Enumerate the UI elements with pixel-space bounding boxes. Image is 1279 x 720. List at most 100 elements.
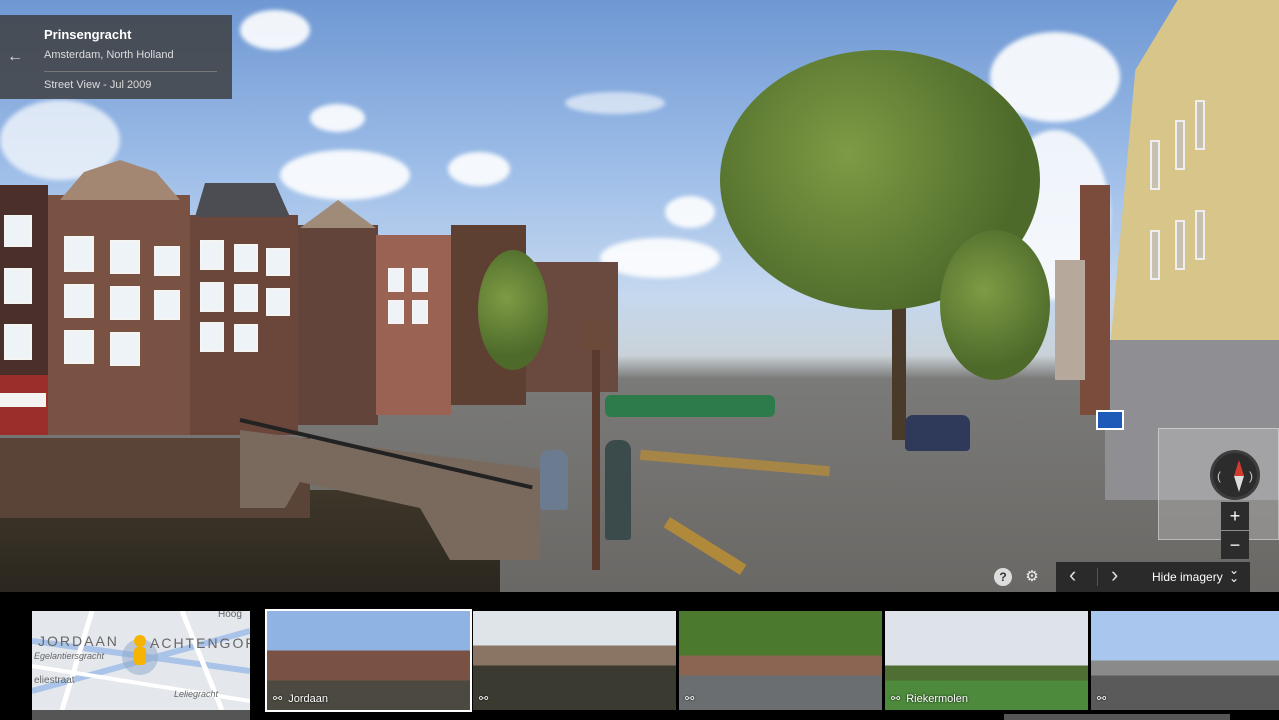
thumbnail-label: ⚯ (1097, 692, 1112, 705)
cloud (280, 150, 410, 200)
street-view-icon: ⚯ (1097, 693, 1107, 705)
window (234, 284, 258, 312)
mini-map-footer (32, 710, 250, 720)
thumbnail[interactable]: ⚯ (679, 611, 882, 710)
cloud (565, 92, 665, 114)
window (110, 240, 140, 274)
gable-roof (300, 200, 376, 228)
window (1195, 100, 1205, 150)
arrow-left-icon: ← (7, 48, 23, 65)
chevron-left-icon[interactable]: ‹ (1069, 562, 1076, 588)
gable-roof (195, 183, 290, 217)
hide-imagery-button[interactable]: Hide imagery (1152, 570, 1223, 584)
pedestrian (540, 450, 568, 510)
window (234, 324, 258, 352)
window (64, 284, 94, 318)
chevron-right-icon[interactable]: › (1111, 562, 1118, 588)
map-label: eliestraat (34, 675, 75, 686)
help-icon[interactable]: ? (994, 568, 1012, 586)
map-label: ACHTENGORD (150, 635, 250, 651)
divider (44, 71, 217, 72)
thumbnail[interactable]: ⚯ (1091, 611, 1279, 710)
lamp-head (582, 320, 610, 350)
window (4, 215, 32, 247)
compass-south-icon (1234, 476, 1244, 492)
window (266, 248, 290, 276)
mini-map[interactable]: JORDAAN ACHTENGORD Egelantiersgracht eli… (32, 611, 250, 710)
parked-car (905, 415, 970, 451)
distant-buildings (1055, 260, 1085, 380)
rotate-left-icon[interactable]: ( (1217, 469, 1221, 483)
thumbnail[interactable]: ⚯ (473, 611, 676, 710)
cloud (448, 152, 510, 186)
window (388, 300, 404, 324)
street-view-icon: ⚯ (479, 693, 489, 705)
window (154, 246, 180, 276)
rotate-right-icon[interactable]: ) (1249, 469, 1253, 483)
canal-house (298, 225, 378, 425)
window (154, 290, 180, 320)
window (1150, 140, 1160, 190)
window (1175, 120, 1185, 170)
thumbnail-jordaan[interactable]: ⚯ Jordaan (265, 609, 472, 712)
double-chevron-down-icon[interactable]: ⌄ ⌄ (1229, 564, 1239, 584)
map-label: Leliegracht (174, 689, 219, 699)
thumbnail-label: ⚯ Jordaan (273, 692, 328, 706)
thumbnail-riekermolen[interactable]: ⚯ Riekermolen (885, 611, 1088, 710)
cloud (240, 10, 310, 50)
window (388, 268, 404, 292)
imagery-filmstrip: JORDAAN ACHTENGORD Egelantiersgracht eli… (0, 592, 1279, 720)
window (4, 268, 32, 304)
canal-boat (605, 395, 775, 417)
window (4, 324, 32, 360)
back-button[interactable]: ← (0, 15, 30, 99)
window (412, 300, 428, 324)
street-view-icon: ⚯ (273, 693, 283, 705)
street-view-icon: ⚯ (685, 693, 695, 705)
window (64, 236, 94, 272)
window (1150, 230, 1160, 280)
window (110, 286, 140, 320)
location-subtitle: Amsterdam, North Holland (44, 49, 174, 61)
window (200, 322, 224, 352)
divider (1097, 568, 1098, 586)
zoom-in-button[interactable]: + (1221, 502, 1249, 530)
window (266, 288, 290, 316)
thumbnail-label-text: Jordaan (288, 692, 328, 705)
thumbnail-label-text: Riekermolen (906, 692, 968, 705)
compass-control[interactable]: ( ) (1210, 450, 1260, 500)
street-view-icon: ⚯ (891, 693, 901, 705)
window (1175, 220, 1185, 270)
zoom-out-button[interactable]: − (1221, 531, 1249, 559)
window (1195, 210, 1205, 260)
location-info-card: ← Prinsengracht Amsterdam, North Holland… (0, 15, 232, 99)
thumbnail-label: ⚯ (685, 692, 700, 705)
awning (0, 393, 46, 407)
corner-building (1110, 0, 1279, 350)
curb (639, 449, 831, 477)
street-view-panorama[interactable]: ← Prinsengracht Amsterdam, North Holland… (0, 0, 1279, 592)
cloud (665, 196, 715, 228)
tree (940, 230, 1050, 380)
window (200, 240, 224, 270)
window (64, 330, 94, 364)
window (412, 268, 428, 292)
street-lamp (592, 335, 600, 570)
gear-icon[interactable]: ⚙ (1023, 568, 1041, 586)
window (234, 244, 258, 272)
imagery-nav-bar: ‹ › Hide imagery ⌄ ⌄ (1056, 562, 1250, 592)
imagery-date: Street View - Jul 2009 (44, 79, 152, 91)
compass-north-icon (1234, 460, 1244, 476)
map-label: JORDAAN (38, 633, 119, 649)
road-sign (1096, 410, 1124, 430)
thumbnail-label: ⚯ (479, 692, 494, 705)
filmstrip-scrollbar[interactable] (1004, 714, 1230, 720)
curb (663, 517, 747, 575)
window (110, 332, 140, 366)
cloud (310, 104, 365, 132)
map-label: Hoog (218, 611, 242, 620)
tree (478, 250, 548, 370)
pedestrian (605, 440, 631, 540)
canal-house (376, 235, 451, 415)
cloud (600, 238, 720, 278)
